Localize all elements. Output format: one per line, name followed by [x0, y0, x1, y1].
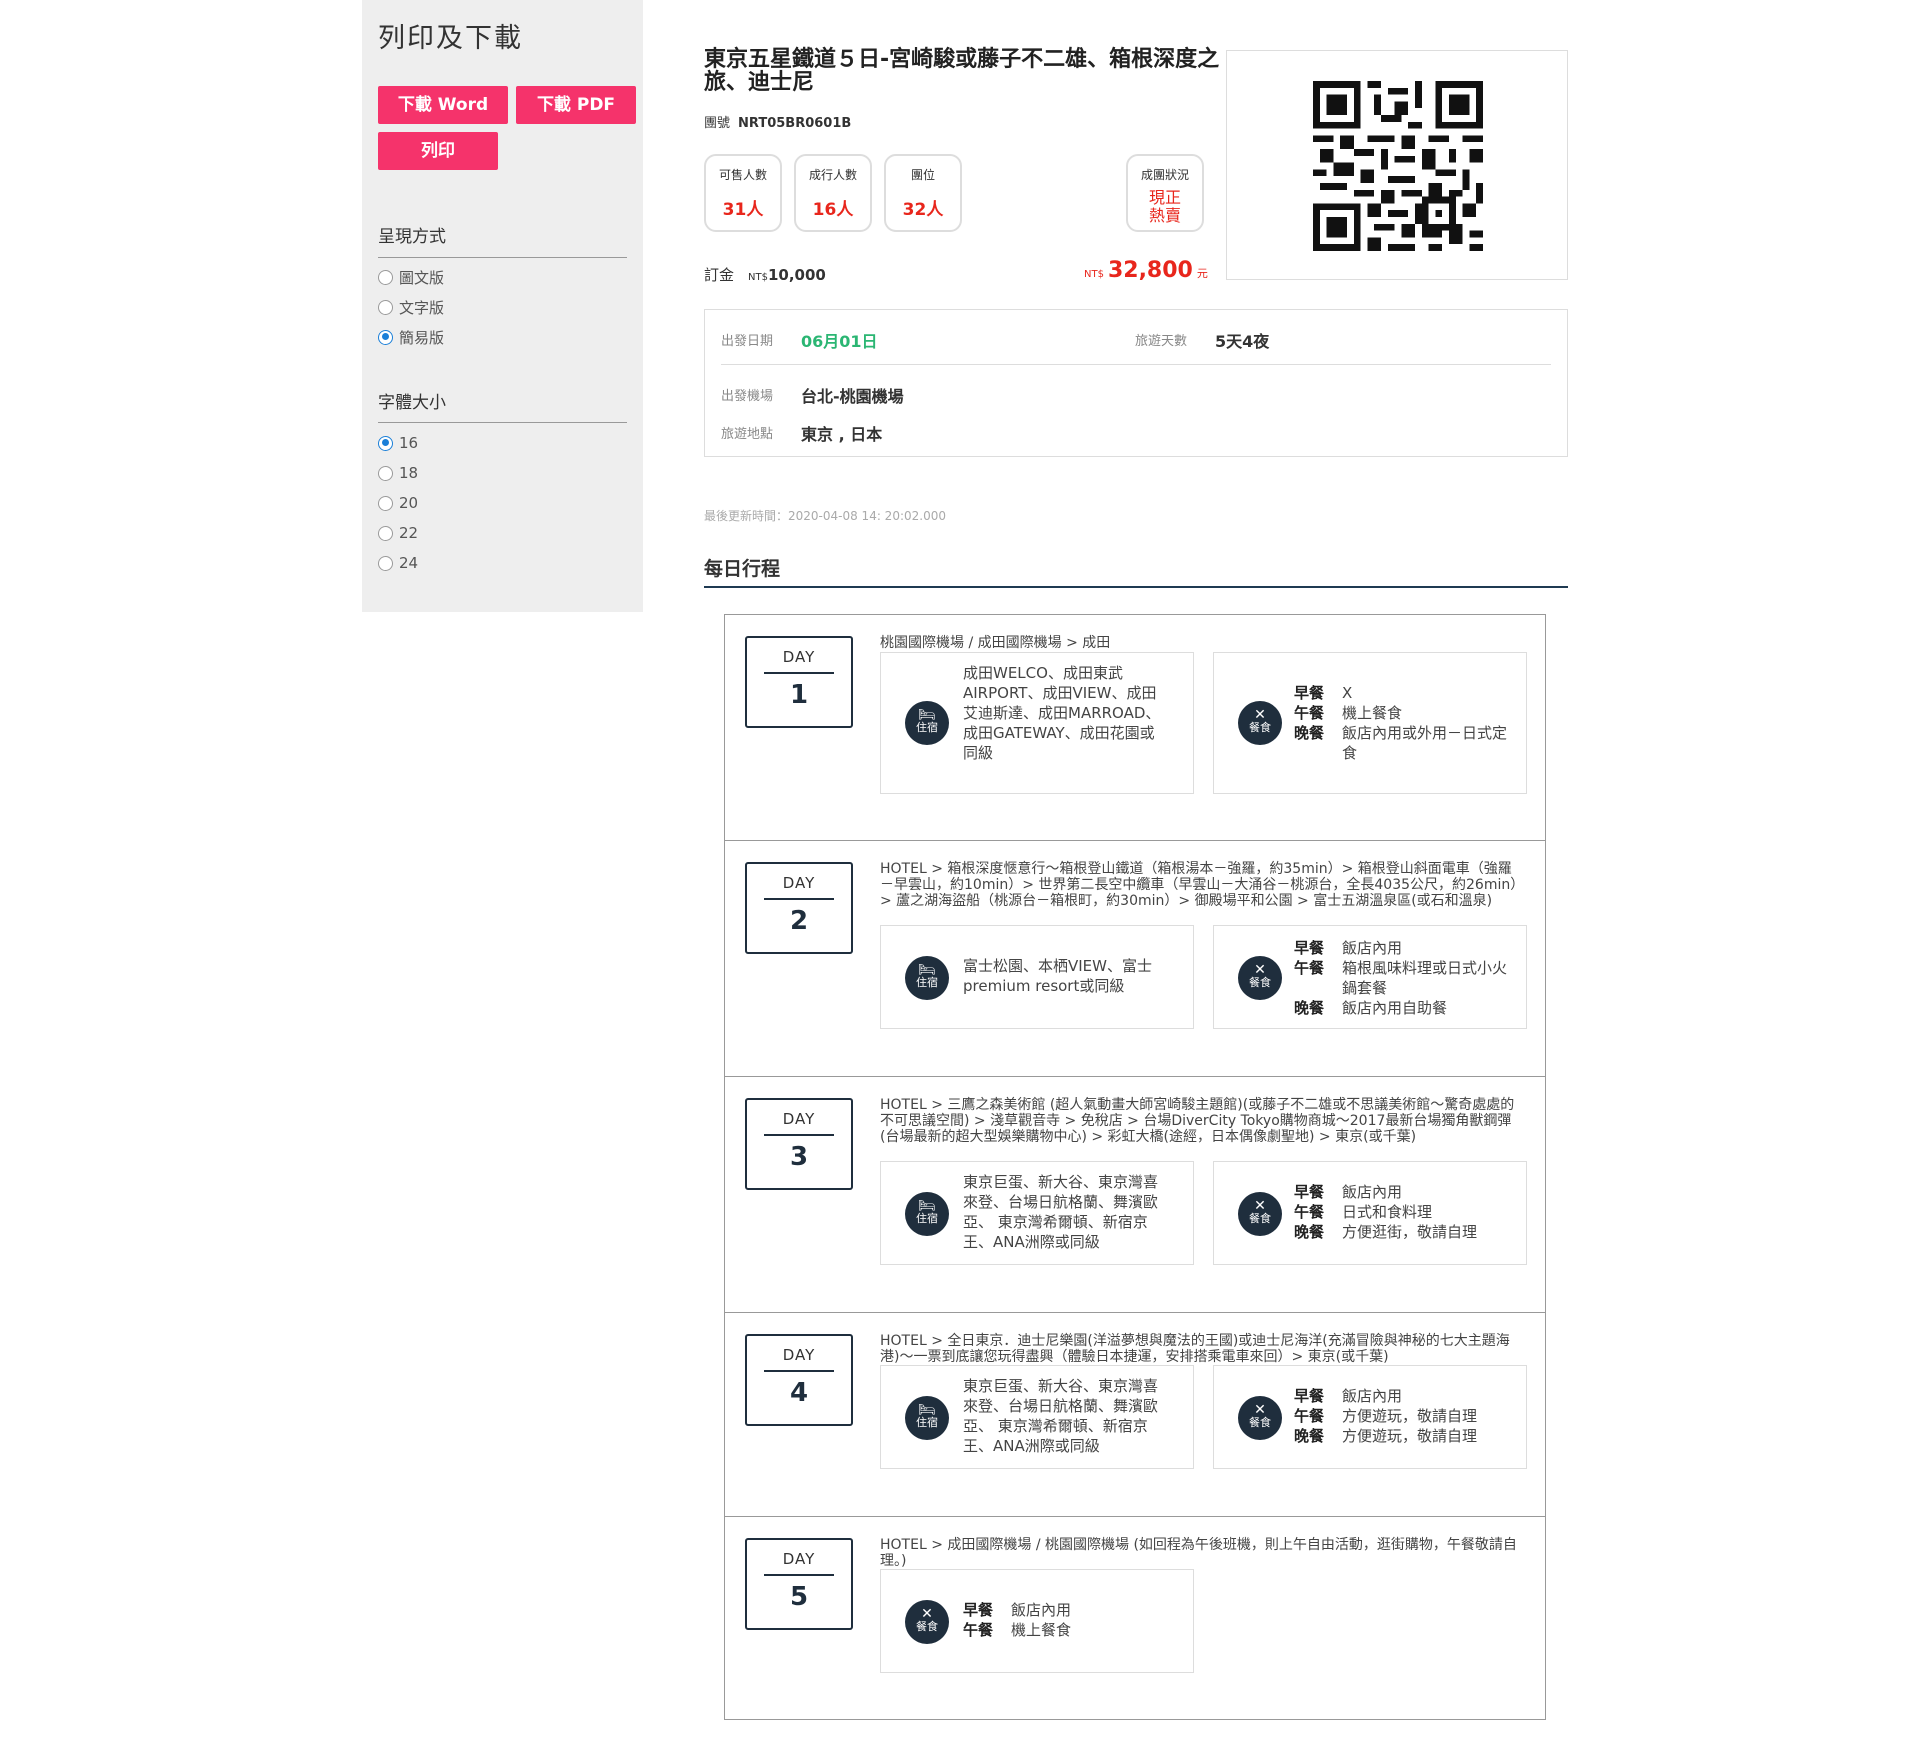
- utensils-icon: ✕ 餐食: [1238, 956, 1282, 1000]
- qr-code-icon: [1313, 81, 1483, 251]
- radio-icon: [378, 269, 393, 285]
- hotel-list: 東京巨蛋、新大谷、東京灣喜來登、台場日航格蘭、舞濱歐亞、 東京灣希爾頓、新宿京王…: [963, 1377, 1159, 1455]
- display-option-simple[interactable]: 簡易版: [378, 326, 444, 348]
- meal-list: 早餐 X 午餐 機上餐食 晚餐 飯店內用或外用－日式定食: [1294, 684, 1508, 762]
- font-size-title: 字體大小: [378, 393, 446, 413]
- day-route: HOTEL > 箱根深度愜意行～箱根登山鐵道（箱根湯本－強羅，約35min）> …: [880, 861, 1518, 909]
- day-section-1: DAY 1 桃園國際機場 / 成田國際機場 > 成田 🛏 住宿 成田WELCO、成田…: [724, 614, 1546, 841]
- day-badge: DAY 2: [745, 862, 853, 954]
- utensils-icon: ✕ 餐食: [1238, 1396, 1282, 1440]
- tour-title: 東京五星鐵道５日-宮崎駿或藤子不二雄、箱根深度之旅、迪士尼: [704, 47, 1220, 95]
- font-option-20[interactable]: 20: [378, 492, 418, 514]
- tour-price: NT$ 32,800 元: [1084, 258, 1208, 283]
- meal-card: ✕ 餐食 早餐 飯店內用 午餐 機上餐食: [880, 1569, 1194, 1673]
- hotel-card: 🛏 住宿 成田WELCO、成田東武AIRPORT、成田VIEW、成田艾迪斯達、成田…: [880, 652, 1194, 794]
- day-badge: DAY 1: [745, 636, 853, 728]
- hotel-card: 🛏 住宿 東京巨蛋、新大谷、東京灣喜來登、台場日航格蘭、舞濱歐亞、 東京灣希爾頓、…: [880, 1161, 1194, 1265]
- divider: [704, 586, 1568, 588]
- print-download-panel: 列印及下載 下載 Word 下載 PDF 列印 呈現方式 圖文版 文字版 簡易版…: [362, 0, 643, 612]
- day-badge: DAY 5: [745, 1538, 853, 1630]
- tour-code: 團號 NRT05BR0601B: [704, 116, 852, 131]
- meal-card: ✕ 餐食 早餐 飯店內用 午餐 方便遊玩，敬請自理 晚餐 方便遊玩，敬請自理: [1213, 1365, 1527, 1469]
- depart-date: 06月01日: [801, 332, 878, 351]
- meal-card: ✕ 餐食 早餐 X 午餐 機上餐食 晚餐 飯店內用或外用－日式定食: [1213, 652, 1527, 794]
- print-button[interactable]: 列印: [378, 132, 498, 170]
- download-word-button[interactable]: 下載 Word: [378, 86, 508, 124]
- depart-date-label: 出發日期: [721, 334, 774, 349]
- days-value: 5天4夜: [1215, 332, 1270, 351]
- radio-selected-icon: [378, 329, 393, 345]
- status-badge: 成團狀況 現正 熱賣: [1126, 154, 1204, 232]
- font-option-18[interactable]: 18: [378, 462, 418, 484]
- radio-icon: [378, 525, 393, 541]
- font-option-24[interactable]: 24: [378, 552, 418, 574]
- font-option-22[interactable]: 22: [378, 522, 418, 544]
- day-route: 桃園國際機場 / 成田國際機場 > 成田: [880, 635, 1111, 651]
- day-route: HOTEL > 全日東京．迪士尼樂園(洋溢夢想與魔法的王國)或迪士尼海洋(充滿冒…: [880, 1333, 1510, 1365]
- day-badge: DAY 3: [745, 1098, 853, 1190]
- font-option-16[interactable]: 16: [378, 432, 418, 454]
- airport-label: 出發機場: [721, 389, 774, 404]
- radio-icon: [378, 495, 393, 511]
- stat-seats: 團位 32人: [884, 154, 962, 232]
- destination-value: 東京 , 日本: [801, 425, 883, 444]
- radio-icon: [378, 555, 393, 571]
- airport-value: 台北-桃園機場: [801, 387, 904, 406]
- days-label: 旅遊天數: [1135, 334, 1188, 349]
- last-updated: 最後更新時間：2020-04-08 14: 20:02.000: [704, 509, 946, 523]
- stat-minimum: 成行人數 16人: [794, 154, 872, 232]
- day-section-4: DAY 4 HOTEL > 全日東京．迪士尼樂園(洋溢夢想與魔法的王國)或迪士尼海…: [724, 1312, 1546, 1517]
- meal-card: ✕ 餐食 早餐 飯店內用 午餐 箱根風味料理或日式小火鍋套餐 晚餐 飯店內用自助餐: [1213, 925, 1527, 1029]
- day-section-3: DAY 3 HOTEL > 三鷹之森美術館 (超人氣動畫大師宮崎駿主題館)(或藤子…: [724, 1076, 1546, 1313]
- stat-available: 可售人數 31人: [704, 154, 782, 232]
- day-badge: DAY 4: [745, 1334, 853, 1426]
- destination-label: 旅遊地點: [721, 427, 774, 442]
- meal-card: ✕ 餐食 早餐 飯店內用 午餐 日式和食料理 晚餐 方便逛街，敬請自理: [1213, 1161, 1527, 1265]
- display-mode-title: 呈現方式: [378, 227, 446, 247]
- radio-icon: [378, 465, 393, 481]
- daily-itinerary-title: 每日行程: [704, 558, 781, 580]
- day-route: HOTEL > 成田國際機場 / 桃園國際機場 (如回程為午後班機，則上午自由活…: [880, 1537, 1517, 1569]
- bed-icon: 🛏 住宿: [905, 1396, 949, 1440]
- radio-icon: [378, 299, 393, 315]
- deposit: 訂金 NT$10,000: [704, 266, 826, 284]
- day-route: HOTEL > 三鷹之森美術館 (超人氣動畫大師宮崎駿主題館)(或藤子不二雄或不…: [880, 1097, 1515, 1145]
- panel-title: 列印及下載: [378, 23, 523, 54]
- hotel-card: 🛏 住宿 富士松園、本栖VIEW、富士premium resort或同級: [880, 925, 1194, 1029]
- hotel-card: 🛏 住宿 東京巨蛋、新大谷、東京灣喜來登、台場日航格蘭、舞濱歐亞、 東京灣希爾頓、…: [880, 1365, 1194, 1469]
- hotel-list: 富士松園、本栖VIEW、富士premium resort或同級: [963, 957, 1152, 995]
- utensils-icon: ✕ 餐食: [1238, 701, 1282, 745]
- divider: [721, 364, 1551, 365]
- meal-list: 早餐 飯店內用 午餐 機上餐食: [963, 1601, 1072, 1639]
- bed-icon: 🛏 住宿: [905, 956, 949, 1000]
- radio-selected-icon: [378, 435, 393, 451]
- divider: [378, 422, 627, 423]
- display-option-text[interactable]: 文字版: [378, 296, 444, 318]
- hotel-list: 成田WELCO、成田東武AIRPORT、成田VIEW、成田艾迪斯達、成田MARR…: [963, 664, 1161, 762]
- tour-info-box: 出發日期 06月01日 旅遊天數 5天4夜 出發機場 台北-桃園機場 旅遊地點 …: [704, 309, 1568, 457]
- divider: [378, 257, 627, 258]
- day-section-2: DAY 2 HOTEL > 箱根深度愜意行～箱根登山鐵道（箱根湯本－強羅，約35m…: [724, 840, 1546, 1077]
- download-pdf-button[interactable]: 下載 PDF: [516, 86, 636, 124]
- meal-list: 早餐 飯店內用 午餐 箱根風味料理或日式小火鍋套餐 晚餐 飯店內用自助餐: [1294, 939, 1508, 1017]
- bed-icon: 🛏 住宿: [905, 1192, 949, 1236]
- utensils-icon: ✕ 餐食: [1238, 1192, 1282, 1236]
- hotel-list: 東京巨蛋、新大谷、東京灣喜來登、台場日航格蘭、舞濱歐亞、 東京灣希爾頓、新宿京王…: [963, 1173, 1159, 1251]
- meal-list: 早餐 飯店內用 午餐 方便遊玩，敬請自理 晚餐 方便遊玩，敬請自理: [1294, 1387, 1478, 1445]
- utensils-icon: ✕ 餐食: [905, 1600, 949, 1644]
- bed-icon: 🛏 住宿: [905, 701, 949, 745]
- qr-code-panel: [1226, 50, 1568, 280]
- meal-list: 早餐 飯店內用 午餐 日式和食料理 晚餐 方便逛街，敬請自理: [1294, 1183, 1478, 1241]
- display-option-graphic[interactable]: 圖文版: [378, 266, 444, 288]
- day-section-5: DAY 5 HOTEL > 成田國際機場 / 桃園國際機場 (如回程為午後班機，則…: [724, 1516, 1546, 1720]
